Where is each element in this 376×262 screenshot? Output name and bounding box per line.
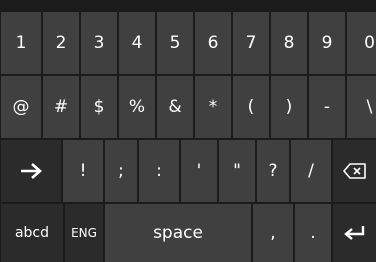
- key-apostrophe[interactable]: ': [181, 140, 217, 202]
- key-percent[interactable]: %: [119, 76, 155, 138]
- key-label: @: [12, 96, 30, 117]
- key-label: .: [310, 222, 316, 243]
- abcd-key[interactable]: abcd: [1, 204, 63, 262]
- key-label: ': [196, 160, 202, 181]
- key-asterisk[interactable]: *: [195, 76, 231, 138]
- key-exclamation[interactable]: !: [63, 140, 103, 202]
- enter-icon: [343, 225, 366, 241]
- key-label: abcd: [14, 225, 50, 241]
- space-key[interactable]: space: [105, 204, 251, 262]
- key-double-quote[interactable]: ": [219, 140, 255, 202]
- key-label: 9: [321, 32, 333, 53]
- key-period[interactable]: .: [295, 204, 331, 262]
- key-2[interactable]: 2: [43, 12, 79, 74]
- key-hash[interactable]: #: [43, 76, 79, 138]
- key-label: 5: [169, 32, 181, 53]
- key-6[interactable]: 6: [195, 12, 231, 74]
- key-label: 4: [131, 32, 143, 53]
- key-5[interactable]: 5: [157, 12, 193, 74]
- key-label: $: [93, 96, 105, 117]
- key-colon[interactable]: :: [139, 140, 179, 202]
- key-semicolon[interactable]: ;: [105, 140, 137, 202]
- key-label: 2: [55, 32, 67, 53]
- key-label: %: [128, 96, 146, 117]
- key-label: 1: [15, 32, 27, 53]
- enter-key[interactable]: [333, 204, 376, 262]
- key-label: -: [323, 96, 331, 117]
- key-label: &: [168, 96, 182, 117]
- key-label: ENG: [71, 226, 97, 240]
- key-8[interactable]: 8: [271, 12, 307, 74]
- language-key[interactable]: ENG: [65, 204, 103, 262]
- key-0[interactable]: 0: [347, 12, 376, 74]
- key-label: space: [153, 222, 203, 243]
- arrow-right-icon: [20, 163, 42, 179]
- key-label: 0: [364, 32, 375, 53]
- key-label: 6: [207, 32, 219, 53]
- key-comma[interactable]: ,: [253, 204, 293, 262]
- key-slash[interactable]: /: [291, 140, 331, 202]
- key-label: 7: [245, 32, 257, 53]
- key-label: 3: [93, 32, 105, 53]
- key-label: \: [366, 96, 373, 117]
- key-9[interactable]: 9: [309, 12, 345, 74]
- key-label: :: [156, 160, 162, 181]
- key-label: ;: [118, 160, 124, 181]
- key-label: ": [233, 160, 241, 181]
- key-label: 8: [283, 32, 295, 53]
- key-dollar[interactable]: $: [81, 76, 117, 138]
- key-label: ,: [270, 222, 276, 243]
- key-backslash[interactable]: \: [347, 76, 376, 138]
- backspace-key[interactable]: [333, 140, 376, 202]
- key-label: ?: [268, 160, 278, 181]
- key-label: *: [208, 96, 218, 117]
- key-4[interactable]: 4: [119, 12, 155, 74]
- key-dash[interactable]: -: [309, 76, 345, 138]
- key-ampersand[interactable]: &: [157, 76, 193, 138]
- key-close-paren[interactable]: ): [271, 76, 307, 138]
- key-label: /: [308, 160, 314, 181]
- key-3[interactable]: 3: [81, 12, 117, 74]
- tab-key[interactable]: [1, 140, 61, 202]
- key-question[interactable]: ?: [257, 140, 289, 202]
- key-7[interactable]: 7: [233, 12, 269, 74]
- key-label: #: [53, 96, 69, 117]
- key-label: !: [79, 160, 87, 181]
- key-1[interactable]: 1: [1, 12, 41, 74]
- key-label: ): [285, 96, 293, 117]
- key-label: (: [247, 96, 255, 117]
- key-open-paren[interactable]: (: [233, 76, 269, 138]
- key-at[interactable]: @: [1, 76, 41, 138]
- backspace-icon: [342, 163, 367, 179]
- on-screen-keyboard: 1 2 3 4 5 6 7 8 9 0 @ # $ % & * ( ) - \ …: [0, 0, 376, 262]
